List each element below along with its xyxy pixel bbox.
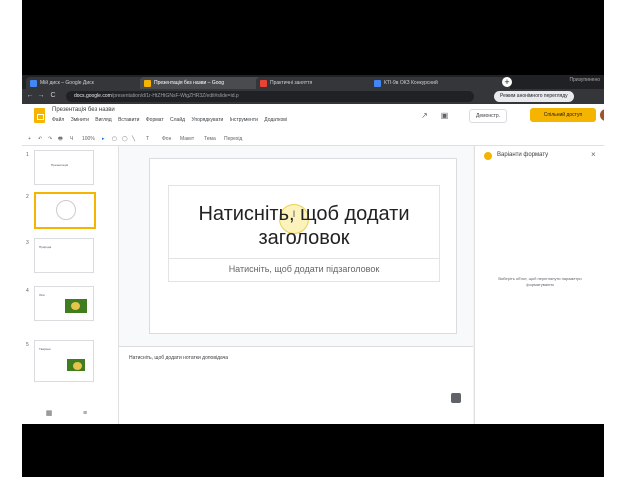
grid-view-icon[interactable]: ▦ bbox=[44, 409, 54, 419]
tab-practical[interactable]: Практичні заняття bbox=[256, 77, 380, 89]
panel-title: Варіанти формату bbox=[497, 152, 549, 158]
letterbox-top bbox=[22, 0, 604, 75]
forward-icon[interactable]: → bbox=[37, 92, 45, 100]
thumbnail-text: Ліси bbox=[39, 293, 45, 297]
shape-icon[interactable]: ◯ bbox=[122, 134, 128, 145]
panel-hint: Виберіть об'єкт, щоб переглянути парамет… bbox=[498, 276, 582, 287]
background-button[interactable]: Фон bbox=[162, 134, 171, 145]
url-host: docs.google.com bbox=[74, 93, 112, 99]
slides-header: Презентація без назви Файл Змінити Вигля… bbox=[22, 104, 604, 134]
slide-editor: I Натисніть, щоб додати заголовок Натисн… bbox=[119, 146, 473, 424]
title-placeholder[interactable]: Натисніть, щоб додати заголовок bbox=[169, 202, 439, 250]
cursor-highlight-icon bbox=[56, 200, 76, 220]
video-frame: Мій диск – Google Диск Презентація без н… bbox=[22, 0, 604, 477]
slide-filmstrip: 1 Презентація 2 3 Природа 4 Ліси 5 Твари… bbox=[22, 146, 119, 424]
menu-edit[interactable]: Змінити bbox=[71, 117, 89, 123]
theme-button[interactable]: Тема bbox=[204, 134, 216, 145]
select-cursor-icon[interactable]: ▸ bbox=[102, 134, 105, 145]
document-title[interactable]: Презентація без назви bbox=[52, 107, 115, 113]
undo-icon[interactable]: ↶ bbox=[38, 134, 42, 145]
format-options-panel: Варіанти формату × Виберіть об'єкт, щоб … bbox=[474, 146, 604, 424]
share-button[interactable]: Спільний доступ bbox=[530, 108, 596, 122]
window-title: Призупинено bbox=[569, 77, 601, 83]
menu-arrange[interactable]: Упорядкувати bbox=[191, 117, 223, 123]
nature-image bbox=[65, 299, 87, 313]
filmstrip-view-icon[interactable]: ≡ bbox=[80, 409, 90, 419]
classroom-favicon-icon bbox=[260, 80, 267, 87]
back-icon[interactable]: ← bbox=[26, 92, 34, 100]
screen-capture: Мій диск – Google Диск Презентація без н… bbox=[22, 75, 604, 424]
menu-view[interactable]: Вигляд bbox=[95, 117, 111, 123]
slide-number: 3 bbox=[26, 240, 29, 246]
line-icon[interactable]: ╲ bbox=[132, 134, 135, 145]
close-icon[interactable]: × bbox=[591, 150, 596, 159]
editing-toolbar: + ↶ ↷ 🖶 Ч 100% ▸ ▢ ◯ ╲ T Фон Макет Тема … bbox=[22, 134, 604, 146]
slide-thumbnail-3[interactable]: Природа bbox=[34, 238, 94, 273]
subtitle-placeholder-box[interactable]: Натисніть, щоб додати підзаголовок bbox=[168, 258, 440, 282]
explore-icon[interactable] bbox=[451, 393, 461, 403]
tab-label: Презентація без назви – Goog bbox=[154, 80, 225, 86]
slide-thumbnail-1[interactable]: Презентація bbox=[34, 150, 94, 185]
new-tab-button[interactable]: + bbox=[502, 77, 512, 87]
tab-presentation[interactable]: Презентація без назви – Goog bbox=[140, 77, 266, 89]
thumbnail-text: Презентація bbox=[51, 163, 69, 167]
tab-label: Практичні заняття bbox=[270, 80, 313, 86]
url-path: /presentation/d/1r-HtZHtGNsF-WtgZHR3Z/ed… bbox=[111, 93, 239, 99]
slide-number: 1 bbox=[26, 152, 29, 158]
avatar[interactable] bbox=[600, 109, 604, 121]
menu-file[interactable]: Файл bbox=[52, 117, 64, 123]
animals-image bbox=[67, 359, 85, 371]
thumbnail-text: Природа bbox=[39, 245, 52, 249]
tab-contest[interactable]: КТІ-9в ОКЗ Конкурсний bbox=[370, 77, 510, 89]
layout-button[interactable]: Макет bbox=[180, 134, 194, 145]
subtitle-placeholder[interactable]: Натисніть, щоб додати підзаголовок bbox=[169, 264, 439, 274]
slide-canvas[interactable]: I Натисніть, щоб додати заголовок Натисн… bbox=[149, 158, 457, 334]
menu-bar: Файл Змінити Вигляд Вставити Формат Слай… bbox=[52, 117, 292, 123]
slide-thumbnail-4[interactable]: Ліси bbox=[34, 286, 94, 321]
menu-addons[interactable]: Додатковi bbox=[264, 117, 287, 123]
slides-logo-icon[interactable] bbox=[34, 108, 45, 123]
speaker-notes[interactable]: Натисніть, щоб додати нотатки доповідача bbox=[119, 346, 473, 424]
format-options-icon bbox=[484, 152, 492, 160]
menu-slide[interactable]: Слайд bbox=[170, 117, 185, 123]
transition-button[interactable]: Перехід bbox=[224, 134, 242, 145]
incognito-profile-button[interactable]: Режим анонімного перегляду bbox=[494, 91, 574, 102]
title-placeholder-box[interactable]: I Натисніть, щоб додати заголовок bbox=[168, 185, 440, 259]
reload-icon[interactable]: C bbox=[49, 92, 57, 100]
docs-favicon-icon bbox=[374, 80, 381, 87]
letterbox-bottom bbox=[22, 424, 604, 477]
tab-my-drive[interactable]: Мій диск – Google Диск bbox=[26, 77, 150, 89]
menu-format[interactable]: Формат bbox=[146, 117, 164, 123]
activity-trend-icon[interactable]: ↗ bbox=[420, 111, 429, 120]
slide-thumbnail-5[interactable]: Тварини bbox=[34, 340, 94, 382]
slide-number: 4 bbox=[26, 288, 29, 294]
menu-tools[interactable]: Інструменти bbox=[230, 117, 258, 123]
new-slide-icon[interactable]: + bbox=[28, 134, 31, 145]
thumbnail-text: Тварини bbox=[39, 347, 51, 351]
print-icon[interactable]: 🖶 bbox=[58, 134, 63, 145]
comments-icon[interactable]: ▣ bbox=[440, 111, 449, 120]
present-button[interactable]: Демонстр. bbox=[469, 109, 508, 123]
menu-insert[interactable]: Вставити bbox=[118, 117, 139, 123]
drive-favicon-icon bbox=[30, 80, 37, 87]
browser-toolbar: ← → C docs.google.com/presentation/d/1r-… bbox=[22, 89, 604, 104]
zoom-select[interactable]: 100% bbox=[82, 134, 95, 145]
paint-format-icon[interactable]: Ч bbox=[70, 134, 73, 145]
text-style-icon[interactable]: T bbox=[146, 134, 149, 145]
slides-favicon-icon bbox=[144, 80, 151, 87]
slide-thumbnail-2[interactable] bbox=[34, 192, 96, 229]
text-box-icon[interactable]: ▢ bbox=[112, 134, 117, 145]
redo-icon[interactable]: ↷ bbox=[48, 134, 52, 145]
slide-number: 5 bbox=[26, 342, 29, 348]
slide-number: 2 bbox=[26, 194, 29, 200]
tab-label: Мій диск – Google Диск bbox=[40, 80, 94, 86]
tab-label: КТІ-9в ОКЗ Конкурсний bbox=[384, 80, 438, 86]
browser-tab-strip: Мій диск – Google Диск Презентація без н… bbox=[22, 75, 604, 89]
speaker-notes-placeholder[interactable]: Натисніть, щоб додати нотатки доповідача bbox=[129, 355, 228, 361]
address-bar[interactable]: docs.google.com/presentation/d/1r-HtZHtG… bbox=[66, 91, 474, 102]
